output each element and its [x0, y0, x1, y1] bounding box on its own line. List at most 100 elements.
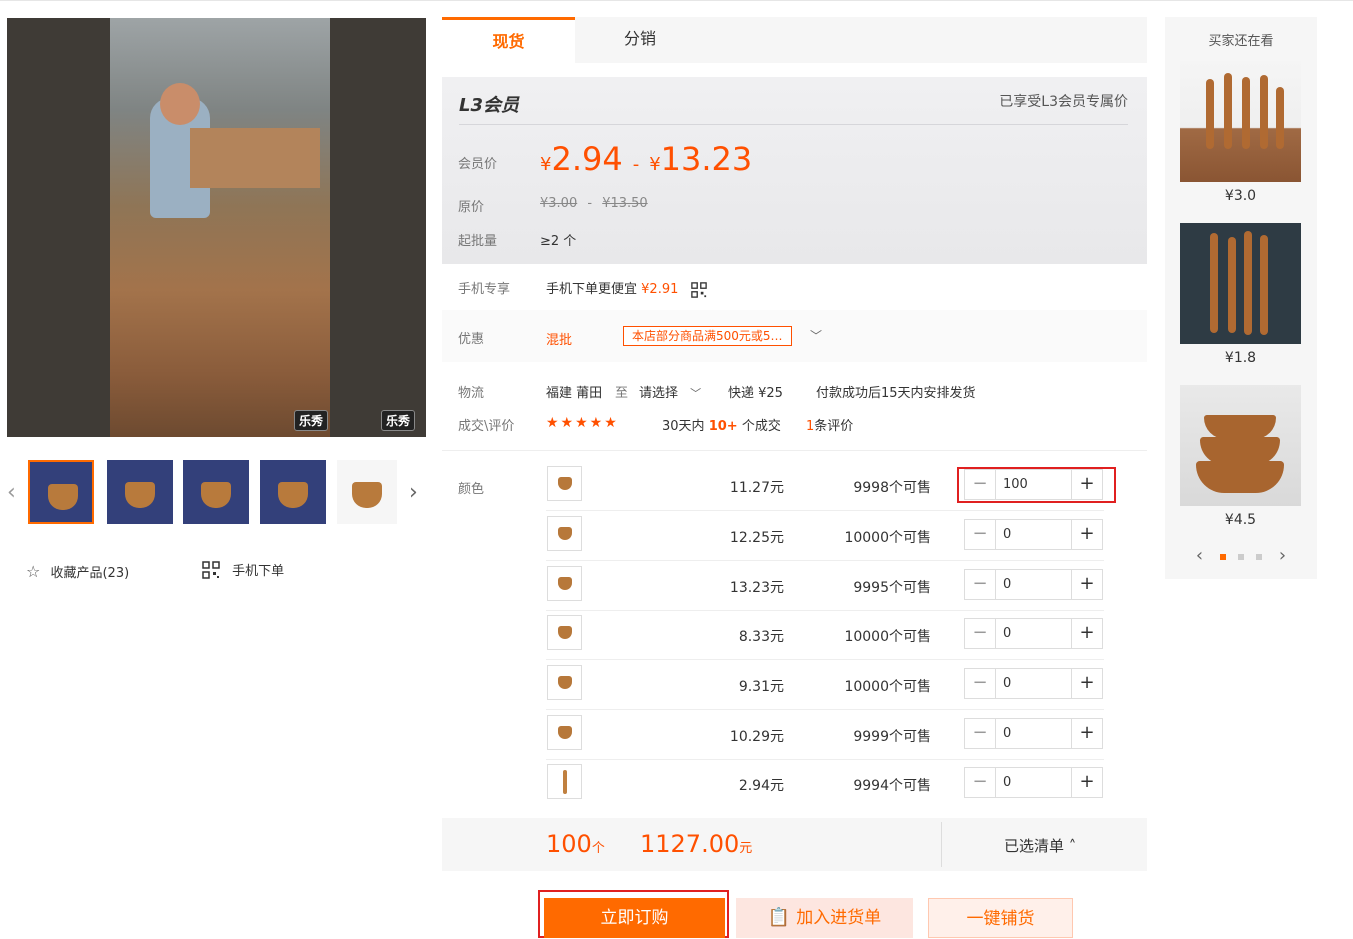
- sku-thumbnail[interactable]: [547, 615, 582, 650]
- video-border-left: [7, 18, 110, 437]
- mobile-exclusive-price: ¥2.91: [641, 282, 679, 297]
- table-row: 13.23元 9995个可售 − 0 +: [546, 561, 1104, 611]
- tab-distribution[interactable]: 分销: [575, 17, 705, 63]
- sku-thumbnail[interactable]: [547, 466, 582, 501]
- increment-button[interactable]: +: [1071, 570, 1102, 599]
- selected-list-toggle[interactable]: 已选清单 ˄: [1004, 835, 1076, 856]
- thumbnail[interactable]: [183, 460, 249, 524]
- collect-product-link[interactable]: ☆ 收藏产品(23): [26, 562, 129, 581]
- table-row: 9.31元 10000个可售 − 0 +: [546, 660, 1104, 710]
- increment-button[interactable]: +: [1071, 520, 1102, 549]
- main-product-video[interactable]: 乐秀 乐秀: [7, 18, 426, 437]
- member-price-range: ¥2.94- ¥13.23: [540, 140, 752, 178]
- sku-stock: 9994个可售: [853, 778, 931, 794]
- top-divider: [0, 0, 1353, 1]
- quantity-input[interactable]: 0: [1003, 719, 1011, 748]
- workshop-scene: [110, 18, 330, 437]
- table-row: 10.29元 9999个可售 − 0 +: [546, 710, 1104, 760]
- quantity-input[interactable]: 0: [1003, 570, 1011, 599]
- product-image: [1180, 385, 1301, 506]
- chevron-right-icon[interactable]: ›: [1279, 545, 1286, 566]
- increment-button[interactable]: +: [1071, 768, 1102, 797]
- range-dash: -: [632, 154, 640, 175]
- pager-dot[interactable]: [1219, 554, 1226, 560]
- thumbnail[interactable]: [260, 460, 326, 524]
- recommended-item[interactable]: ¥3.0: [1180, 61, 1301, 204]
- thumbnail[interactable]: [28, 460, 94, 524]
- pager-dot[interactable]: [1256, 554, 1263, 560]
- sku-thumbnail[interactable]: [547, 764, 582, 799]
- recommended-item[interactable]: ¥4.5: [1180, 385, 1301, 528]
- sku-thumbnail[interactable]: [547, 516, 582, 551]
- quantity-stepper: − 0 +: [964, 569, 1103, 600]
- chevron-left-icon[interactable]: ‹: [7, 480, 16, 505]
- add-to-cart-button[interactable]: 📋 加入进货单: [736, 898, 913, 938]
- order-summary: 100个 1127.00元 已选清单 ˄: [442, 818, 1147, 871]
- tab-in-stock[interactable]: 现货: [442, 17, 575, 66]
- color-label: 颜色: [458, 482, 485, 497]
- original-price-range: ¥3.00 - ¥13.50: [540, 196, 648, 211]
- decrement-button[interactable]: −: [965, 619, 996, 648]
- member-price-panel: L3会员 已享受L3会员专属价 会员价 ¥2.94- ¥13.23 原价 ¥3.0…: [442, 77, 1147, 264]
- sku-thumbnail[interactable]: [547, 715, 582, 750]
- decrement-button[interactable]: −: [965, 719, 996, 748]
- mobile-order-link[interactable]: 手机下单: [202, 560, 284, 579]
- collect-label: 收藏产品(23): [50, 566, 130, 581]
- sku-thumbnail[interactable]: [547, 665, 582, 700]
- original-price-label: 原价: [458, 200, 485, 215]
- decrement-button[interactable]: −: [965, 669, 996, 698]
- chevron-down-icon[interactable]: ﹀: [810, 327, 822, 344]
- watermark-logo: 乐秀: [381, 410, 416, 431]
- quantity-input[interactable]: 0: [1003, 768, 1011, 797]
- decrement-button[interactable]: −: [965, 520, 996, 549]
- sku-stock: 9999个可售: [853, 729, 931, 745]
- sku-price: 9.31元: [738, 679, 784, 695]
- thumbnail[interactable]: [337, 460, 397, 524]
- chevron-left-icon[interactable]: ‹: [1196, 545, 1203, 566]
- increment-button[interactable]: +: [1071, 619, 1102, 648]
- highlight-box: [957, 467, 1116, 503]
- sku-stock: 10000个可售: [844, 679, 931, 695]
- quantity-input[interactable]: 0: [1003, 669, 1011, 698]
- member-level: L3会员: [459, 95, 519, 116]
- decrement-button[interactable]: −: [965, 768, 996, 797]
- quantity-input[interactable]: 0: [1003, 520, 1011, 549]
- destination-select[interactable]: 请选择 ﹀: [639, 382, 701, 401]
- deal-review-label: 成交\评价: [458, 419, 515, 434]
- increment-button[interactable]: +: [1071, 719, 1102, 748]
- recommendations-panel: 买家还在看 ¥3.0 ¥1.8 ¥4.5 ‹ ›: [1165, 17, 1317, 579]
- qr-code-icon[interactable]: [690, 281, 707, 298]
- one-click-distribute-button[interactable]: 一键铺货: [928, 898, 1073, 938]
- video-border-right: [330, 18, 426, 437]
- pager-dot[interactable]: [1238, 554, 1244, 560]
- review-link[interactable]: 1条评价: [806, 415, 853, 434]
- thumbnail[interactable]: [107, 460, 173, 524]
- sku-price: 12.25元: [729, 530, 784, 546]
- recommendations-title: 买家还在看: [1208, 34, 1274, 49]
- watermark-logo: 乐秀: [294, 410, 329, 431]
- sku-price: 2.94元: [738, 778, 784, 794]
- sku-price: 11.27元: [729, 480, 784, 496]
- carousel-pager: ‹ ›: [1165, 545, 1317, 566]
- recommended-item[interactable]: ¥1.8: [1180, 223, 1301, 366]
- destination-select-label: 请选择: [639, 386, 679, 401]
- decrement-button[interactable]: −: [965, 570, 996, 599]
- ship-time: 付款成功后15天内安排发货: [816, 386, 976, 401]
- express-fee: 快递 ¥25: [728, 386, 783, 401]
- member-note: 已享受L3会员专属价: [999, 94, 1128, 110]
- quantity-input[interactable]: 0: [1003, 619, 1011, 648]
- quantity-stepper: − 0 +: [964, 767, 1103, 798]
- sku-thumbnail[interactable]: [547, 566, 582, 601]
- promotion-label: 优惠: [458, 332, 485, 347]
- mobile-exclusive[interactable]: 手机下单更便宜 ¥2.91: [546, 278, 707, 298]
- deal-count: 30天内 10+ 个成交: [662, 419, 781, 434]
- currency-symbol: ¥: [540, 154, 552, 175]
- orig-high: ¥13.50: [602, 196, 648, 211]
- tab-bar: 现货 分销: [442, 17, 1147, 66]
- chevron-right-icon[interactable]: ›: [409, 480, 418, 505]
- sku-stock: 10000个可售: [844, 530, 931, 546]
- coupon-tag[interactable]: 本店部分商品满500元或5…: [623, 326, 792, 346]
- order-now-button[interactable]: 立即订购: [544, 898, 725, 938]
- moq-label: 起批量: [458, 234, 498, 249]
- increment-button[interactable]: +: [1071, 669, 1102, 698]
